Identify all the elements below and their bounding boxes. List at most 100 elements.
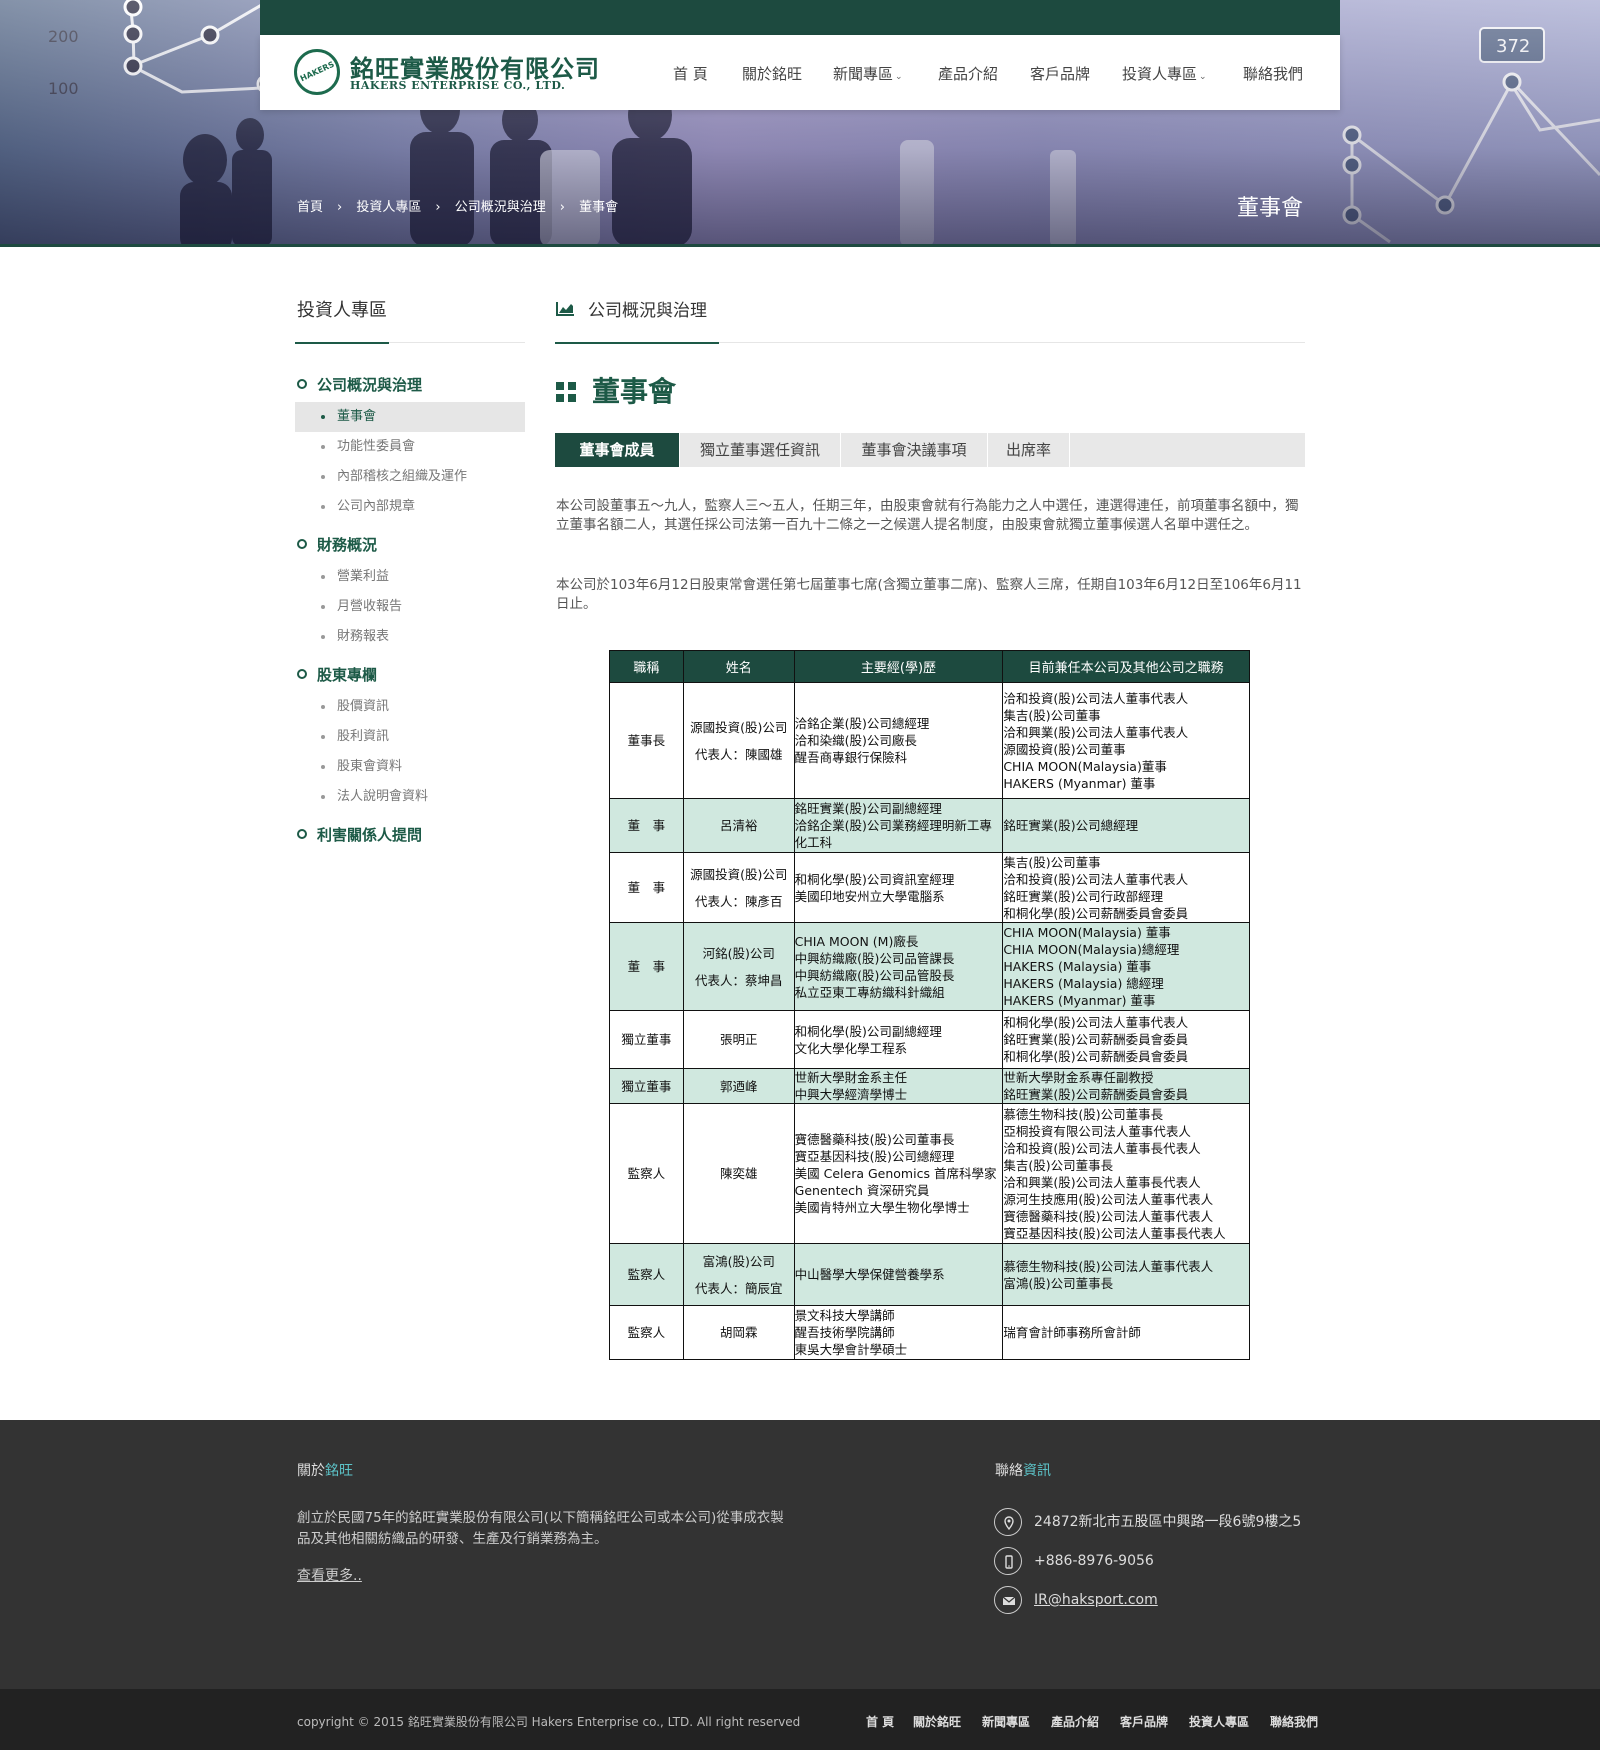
role-line: 源河生技應用(股)公司法人董事代表人 — [1003, 1191, 1214, 1207]
sidebar-divider — [295, 342, 525, 344]
sidebar-item-monthly-revenue[interactable]: 月營收報告 — [295, 592, 525, 622]
tab-board-resolutions[interactable]: 董事會決議事項 — [841, 433, 988, 467]
sidebar-item-financial-statements[interactable]: 財務報表 — [295, 622, 525, 652]
circle-bullet-icon — [297, 379, 307, 389]
content-divider — [555, 342, 1305, 344]
footer-phone: +886-8976-9056 — [994, 1546, 1154, 1576]
footer-address-text: 24872新北市五股區中興路一段6號9樓之5 — [1034, 1514, 1302, 1530]
nav-home[interactable]: 首 頁 — [673, 63, 708, 84]
sidebar-group-finance[interactable]: 財務概況 — [297, 534, 377, 555]
footer-email-link[interactable]: IR@haksport.com — [1034, 1592, 1158, 1608]
footer-nav-contact[interactable]: 聯絡我們 — [1270, 1713, 1318, 1730]
section-title: 董事會 — [556, 370, 676, 410]
nav-investors[interactable]: 投資人專區 ⌄ — [1122, 63, 1207, 84]
nav-products[interactable]: 產品介紹 — [938, 63, 998, 84]
cell-name: 呂清裕 — [682, 798, 795, 853]
role-line: 集吉(股)公司董事 — [1003, 707, 1101, 723]
table-row: 監察人 富鴻(股)公司 代表人：簡辰宜 中山醫學大學保健營養學系 慕德生物科技(股)公司… — [609, 1243, 1250, 1306]
footer-about-text: 創立於民國75年的銘旺實業股份有限公司(以下簡稱銘旺公司或本公司)從事成衣製品及… — [297, 1510, 784, 1547]
footer-nav-news[interactable]: 新聞專區 — [982, 1713, 1030, 1730]
nav-brands[interactable]: 客戶品牌 — [1030, 63, 1090, 84]
table-row: 董事長 源國投資(股)公司 代表人：陳國雄 洽銘企業(股)公司總經理 洽和染織(股)公司… — [609, 682, 1250, 799]
column-header-title: 職稱 — [609, 650, 684, 683]
nav-contact[interactable]: 聯絡我們 — [1243, 63, 1303, 84]
site-header: HAKERS 銘旺實業股份有限公司 HAKERS ENTERPRISE CO.,… — [260, 35, 1340, 110]
footer-nav-home[interactable]: 首 頁 — [866, 1713, 894, 1730]
sidebar-item-board[interactable]: 董事會 — [295, 402, 525, 432]
experience-line: 中興大學經濟學博士 — [794, 1087, 908, 1102]
tab-independent-director-election[interactable]: 獨立董事選任資訊 — [680, 433, 841, 467]
footer-nav-products[interactable]: 產品介紹 — [1051, 1713, 1099, 1730]
role-line: HAKERS (Myanmar) 董事 — [1003, 993, 1156, 1008]
table-row: 獨立董事 郭迺峰 世新大學財金系主任 中興大學經濟學博士 世新大學財金系專任副教授 銘旺實… — [609, 1068, 1250, 1104]
cell-title: 董 事 — [609, 798, 684, 853]
experience-line: 洽銘企業(股)公司業務經理明新工專化工科 — [794, 818, 992, 850]
sidebar-group-label: 利害關係人提問 — [317, 826, 423, 844]
experience-line: 世新大學財金系主任 — [794, 1070, 908, 1085]
breadcrumb-current: 董事會 — [579, 200, 619, 215]
footer-more-label: 查看更多 — [297, 1568, 353, 1584]
nav-news[interactable]: 新聞專區 ⌄ — [833, 63, 903, 84]
role-line: 亞桐投資有限公司法人董事代表人 — [1003, 1123, 1191, 1139]
tab-board-members[interactable]: 董事會成員 — [555, 433, 680, 467]
mail-icon — [994, 1586, 1022, 1614]
tab-attendance[interactable]: 出席率 — [988, 433, 1070, 467]
sidebar-group-label: 公司概況與治理 — [317, 376, 423, 394]
sidebar-item-committees[interactable]: 功能性委員會 — [295, 432, 525, 462]
site-footer: 關於銘旺 創立於民國75年的銘旺實業股份有限公司(以下簡稱銘旺公司或本公司)從事… — [0, 1420, 1600, 1689]
cell-title: 監察人 — [609, 1305, 684, 1360]
cell-name-line: 胡岡霖 — [720, 1325, 758, 1340]
experience-line: 文化大學化學工程系 — [794, 1040, 908, 1056]
footer-contact-heading-b: 資訊 — [1023, 1463, 1051, 1479]
nav-about[interactable]: 關於銘旺 — [742, 63, 802, 84]
footer-nav-investors[interactable]: 投資人專區 — [1189, 1713, 1249, 1730]
content-heading: 公司概況與治理 — [556, 296, 707, 321]
sidebar-item-shareholder-meeting[interactable]: 股東會資料 — [295, 752, 525, 782]
sidebar-item-dividends[interactable]: 股利資訊 — [295, 722, 525, 752]
chevron-right-icon: › — [435, 200, 441, 215]
chevron-right-icon: › — [337, 200, 343, 215]
sidebar-group-stakeholders[interactable]: 利害關係人提問 — [297, 824, 422, 845]
sidebar-title: 投資人專區 — [297, 300, 387, 321]
breadcrumb-home[interactable]: 首頁 — [297, 200, 323, 215]
table-row: 董 事源國投資(股)公司 代表人：陳彥百 和桐化學(股)公司資訊室經理 美國印地安州立… — [609, 852, 1250, 923]
breadcrumb-governance[interactable]: 公司概況與治理 — [455, 200, 546, 215]
copyright: copyright © 2015 銘旺實業股份有限公司 Hakers Enter… — [297, 1715, 801, 1729]
breadcrumb-investors[interactable]: 投資人專區 — [356, 200, 421, 215]
sidebar-group-shareholders[interactable]: 股東專欄 — [297, 664, 377, 685]
cell-title: 董 事 — [609, 852, 684, 923]
cell-name-line: 陳奕雄 — [720, 1166, 758, 1181]
section-title-label: 董事會 — [592, 375, 677, 408]
nav-news-label: 新聞專區 — [833, 65, 894, 83]
role-line: 和桐化學(股)公司薪酬委員會委員 — [1003, 1049, 1189, 1064]
sidebar-item-internal-audit[interactable]: 內部稽核之組織及運作 — [295, 462, 525, 492]
sidebar-item-investor-conference[interactable]: 法人說明會資料 — [295, 782, 525, 812]
table-row: 董 事河銘(股)公司 代表人：蔡坤昌 CHIA MOON (M)廠長 中興紡織廠(股)… — [609, 922, 1250, 1011]
footer-nav-brands[interactable]: 客戶品牌 — [1120, 1713, 1168, 1730]
map-pin-icon — [994, 1508, 1022, 1536]
experience-line: 和桐化學(股)公司資訊室經理 — [794, 871, 955, 887]
cell-name-line: 源國投資(股)公司 — [690, 866, 788, 882]
cell-name-line: 張明正 — [720, 1032, 758, 1047]
sidebar-item-operating-profit[interactable]: 營業利益 — [295, 562, 525, 592]
footer-more-link[interactable]: 查看更多.. — [297, 1565, 362, 1585]
footer-contact-heading-a: 聯絡 — [995, 1463, 1023, 1479]
experience-line: CHIA MOON (M)廠長 — [794, 933, 919, 949]
footer-about-heading-b: 銘旺 — [325, 1463, 353, 1479]
cell-roles: 銘旺實業(股)公司總經理 — [1002, 798, 1250, 853]
sidebar-item-regulations[interactable]: 公司內部規章 — [295, 492, 525, 522]
sidebar-group-governance[interactable]: 公司概況與治理 — [297, 374, 422, 395]
role-line: 銘旺實業(股)公司總經理 — [1003, 818, 1139, 833]
cell-roles: 瑞育會計師事務所會計師 — [1002, 1305, 1250, 1360]
sidebar-item-stock-price[interactable]: 股價資訊 — [295, 692, 525, 722]
chevron-right-icon: › — [559, 200, 565, 215]
sidebar-group-label: 股東專欄 — [317, 666, 378, 684]
role-line: 銘旺實業(股)公司薪酬委員會委員 — [1003, 1087, 1189, 1102]
footer-nav-about[interactable]: 關於銘旺 — [913, 1713, 961, 1730]
cell-roles: 世新大學財金系專任副教授 銘旺實業(股)公司薪酬委員會委員 — [1002, 1068, 1250, 1104]
bottom-bar: copyright © 2015 銘旺實業股份有限公司 Hakers Enter… — [0, 1689, 1600, 1750]
experience-line: 中山醫學大學保健營養學系 — [794, 1267, 945, 1282]
footer-contact-heading: 聯絡資訊 — [995, 1460, 1051, 1480]
role-line: 慕德生物科技(股)公司董事長 — [1003, 1106, 1164, 1122]
role-line: CHIA MOON(Malaysia)董事 — [1003, 758, 1167, 774]
